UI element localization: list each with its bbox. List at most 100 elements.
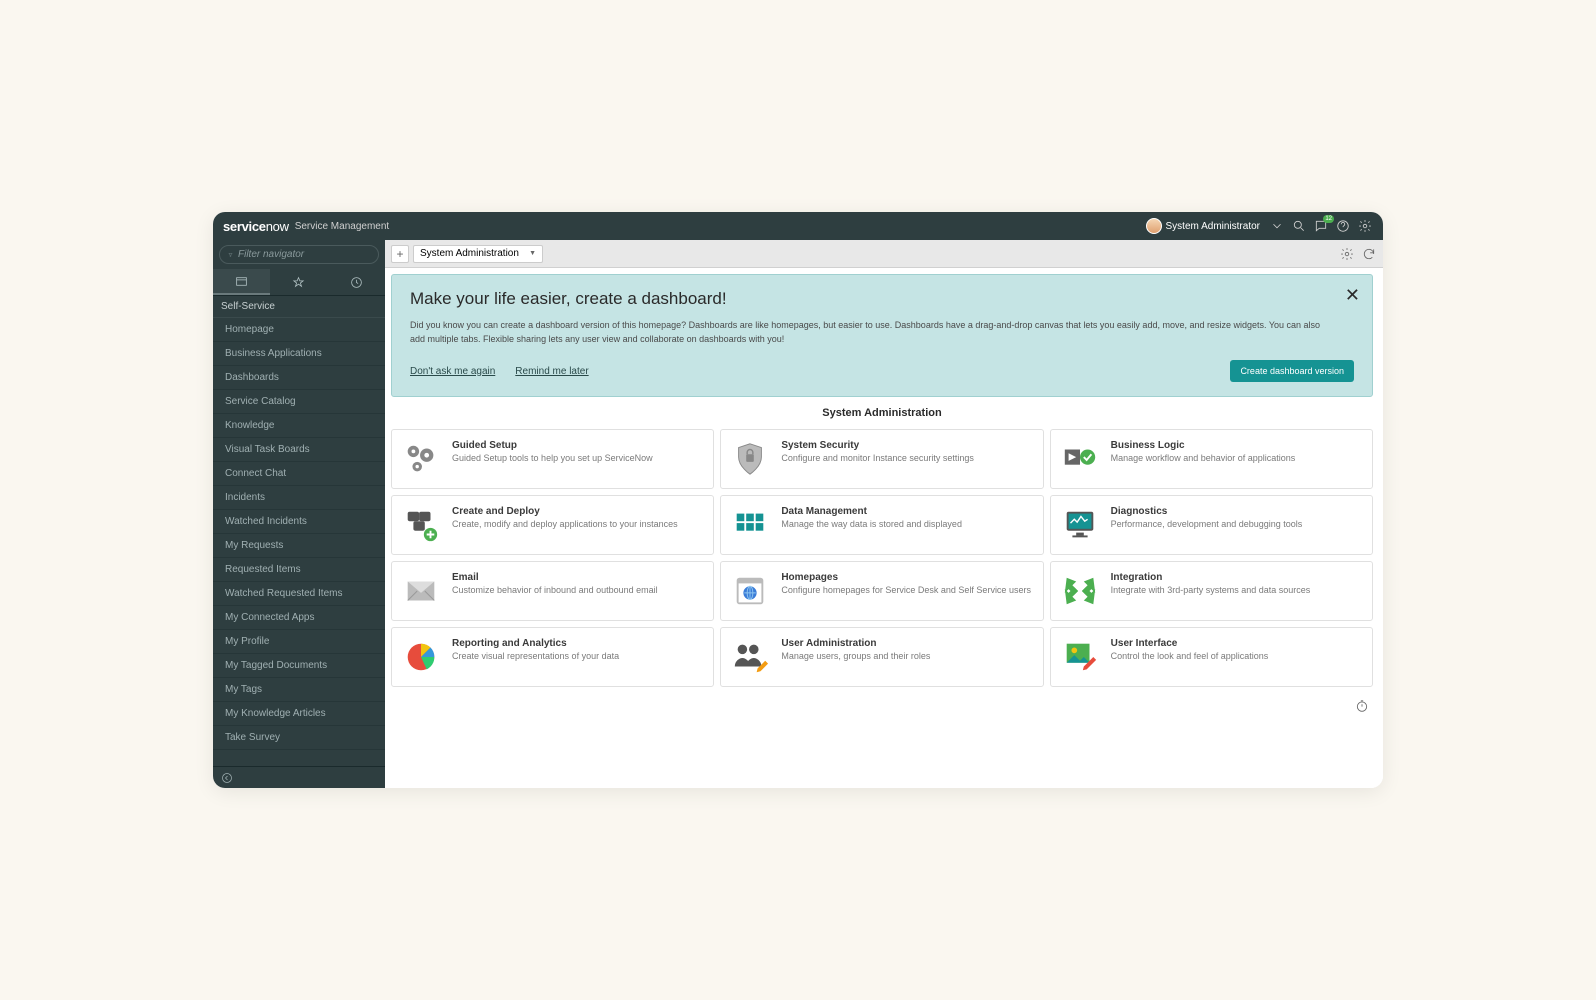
card[interactable]: Email Customize behavior of inbound and o… bbox=[391, 561, 714, 621]
card-desc: Manage the way data is stored and displa… bbox=[781, 519, 1032, 531]
card[interactable]: Integration Integrate with 3rd-party syst… bbox=[1050, 561, 1373, 621]
sidebar-item[interactable]: Connect Chat bbox=[213, 462, 385, 486]
card-title: User Administration bbox=[781, 638, 1032, 649]
help-icon[interactable] bbox=[1335, 218, 1351, 234]
card[interactable]: User Administration Manage users, groups … bbox=[720, 627, 1043, 687]
card-desc: Control the look and feel of application… bbox=[1111, 651, 1362, 663]
card-desc: Manage users, groups and their roles bbox=[781, 651, 1032, 663]
card-desc: Integrate with 3rd-party systems and dat… bbox=[1111, 585, 1362, 597]
grid-icon bbox=[731, 506, 769, 544]
card-desc: Customize behavior of inbound and outbou… bbox=[452, 585, 703, 597]
app-name: Service Management bbox=[295, 221, 390, 232]
tab-bar: + System Administration bbox=[385, 240, 1383, 268]
nav-tabs bbox=[213, 269, 385, 296]
banner-link-remind[interactable]: Remind me later bbox=[515, 366, 588, 377]
users-pencil-icon bbox=[731, 638, 769, 676]
card-desc: Manage workflow and behavior of applicat… bbox=[1111, 453, 1362, 465]
card[interactable]: Diagnostics Performance, development and … bbox=[1050, 495, 1373, 555]
filter-input[interactable] bbox=[238, 249, 370, 260]
chat-icon[interactable]: 12 bbox=[1313, 218, 1329, 234]
filter-icon bbox=[228, 250, 233, 260]
monitor-icon bbox=[1061, 506, 1099, 544]
sidebar-item[interactable]: Watched Requested Items bbox=[213, 582, 385, 606]
play-check-icon bbox=[1061, 440, 1099, 478]
sidebar-item[interactable]: My Tags bbox=[213, 678, 385, 702]
user-name[interactable]: System Administrator bbox=[1166, 221, 1260, 232]
card[interactable]: System Security Configure and monitor Ins… bbox=[720, 429, 1043, 489]
card-title: Homepages bbox=[781, 572, 1032, 583]
banner-close-icon[interactable]: ✕ bbox=[1345, 285, 1360, 306]
card-title: Guided Setup bbox=[452, 440, 703, 451]
card-desc: Guided Setup tools to help you set up Se… bbox=[452, 453, 703, 465]
card-desc: Create visual representations of your da… bbox=[452, 651, 703, 663]
header-bar: servicenow Service Management System Adm… bbox=[213, 212, 1383, 240]
banner-text: Did you know you can create a dashboard … bbox=[410, 319, 1330, 346]
sidebar-item[interactable]: Take Survey bbox=[213, 726, 385, 750]
card-title: Business Logic bbox=[1111, 440, 1362, 451]
gears-icon bbox=[402, 440, 440, 478]
card[interactable]: Homepages Configure homepages for Service… bbox=[720, 561, 1043, 621]
sidebar-item[interactable]: Homepage bbox=[213, 318, 385, 342]
avatar[interactable] bbox=[1146, 218, 1162, 234]
search-icon[interactable] bbox=[1291, 218, 1307, 234]
banner-create-button[interactable]: Create dashboard version bbox=[1230, 360, 1354, 382]
nav-tab-favorites[interactable] bbox=[270, 269, 327, 295]
sidebar-item[interactable]: Knowledge bbox=[213, 414, 385, 438]
filter-navigator[interactable] bbox=[219, 245, 379, 264]
card-title: Data Management bbox=[781, 506, 1032, 517]
page-settings-icon[interactable] bbox=[1339, 246, 1355, 262]
card-desc: Configure homepages for Service Desk and… bbox=[781, 585, 1032, 597]
nav-tab-all[interactable] bbox=[213, 269, 270, 295]
pie-icon bbox=[402, 638, 440, 676]
picture-brush-icon bbox=[1061, 638, 1099, 676]
tab-add-button[interactable]: + bbox=[391, 245, 409, 263]
timer-icon[interactable] bbox=[391, 699, 1373, 713]
nav-section-self-service[interactable]: Self-Service bbox=[213, 296, 385, 318]
card[interactable]: Reporting and Analytics Create visual rep… bbox=[391, 627, 714, 687]
boxes-add-icon bbox=[402, 506, 440, 544]
card-title: Create and Deploy bbox=[452, 506, 703, 517]
card-title: Reporting and Analytics bbox=[452, 638, 703, 649]
user-dropdown-icon[interactable] bbox=[1269, 218, 1285, 234]
sidebar: Self-Service HomepageBusiness Applicatio… bbox=[213, 240, 385, 788]
card-desc: Performance, development and debugging t… bbox=[1111, 519, 1362, 531]
nav-list[interactable]: Self-Service HomepageBusiness Applicatio… bbox=[213, 296, 385, 766]
page-title: System Administration bbox=[391, 407, 1373, 419]
logo: servicenow bbox=[223, 219, 289, 234]
sidebar-collapse[interactable] bbox=[213, 766, 385, 788]
card-title: Integration bbox=[1111, 572, 1362, 583]
card[interactable]: Business Logic Manage workflow and behavi… bbox=[1050, 429, 1373, 489]
card[interactable]: Create and Deploy Create, modify and depl… bbox=[391, 495, 714, 555]
card-title: System Security bbox=[781, 440, 1032, 451]
sidebar-item[interactable]: Requested Items bbox=[213, 558, 385, 582]
sidebar-item[interactable]: My Tagged Documents bbox=[213, 654, 385, 678]
sidebar-item[interactable]: Service Catalog bbox=[213, 390, 385, 414]
card-title: Email bbox=[452, 572, 703, 583]
sidebar-item[interactable]: Business Applications bbox=[213, 342, 385, 366]
refresh-icon[interactable] bbox=[1361, 246, 1377, 262]
sidebar-item[interactable]: My Knowledge Articles bbox=[213, 702, 385, 726]
sidebar-item[interactable]: My Profile bbox=[213, 630, 385, 654]
sidebar-item[interactable]: Watched Incidents bbox=[213, 510, 385, 534]
banner-dashboard: ✕ Make your life easier, create a dashbo… bbox=[391, 274, 1373, 397]
collapse-icon bbox=[221, 772, 233, 784]
gear-icon[interactable] bbox=[1357, 218, 1373, 234]
nav-tab-history[interactable] bbox=[328, 269, 385, 295]
card-grid: Guided Setup Guided Setup tools to help y… bbox=[391, 429, 1373, 687]
sidebar-item[interactable]: My Connected Apps bbox=[213, 606, 385, 630]
content: ✕ Make your life easier, create a dashbo… bbox=[385, 268, 1383, 788]
card-desc: Create, modify and deploy applications t… bbox=[452, 519, 703, 531]
card-desc: Configure and monitor Instance security … bbox=[781, 453, 1032, 465]
card-title: User Interface bbox=[1111, 638, 1362, 649]
card[interactable]: User Interface Control the look and feel … bbox=[1050, 627, 1373, 687]
sidebar-item[interactable]: Visual Task Boards bbox=[213, 438, 385, 462]
card-title: Diagnostics bbox=[1111, 506, 1362, 517]
card[interactable]: Guided Setup Guided Setup tools to help y… bbox=[391, 429, 714, 489]
sidebar-item[interactable]: Dashboards bbox=[213, 366, 385, 390]
tab-select[interactable]: System Administration bbox=[413, 245, 543, 263]
card[interactable]: Data Management Manage the way data is st… bbox=[720, 495, 1043, 555]
sidebar-item[interactable]: My Requests bbox=[213, 534, 385, 558]
sidebar-item[interactable]: Incidents bbox=[213, 486, 385, 510]
banner-title: Make your life easier, create a dashboar… bbox=[410, 289, 1354, 309]
banner-link-dont-ask[interactable]: Don't ask me again bbox=[410, 366, 495, 377]
